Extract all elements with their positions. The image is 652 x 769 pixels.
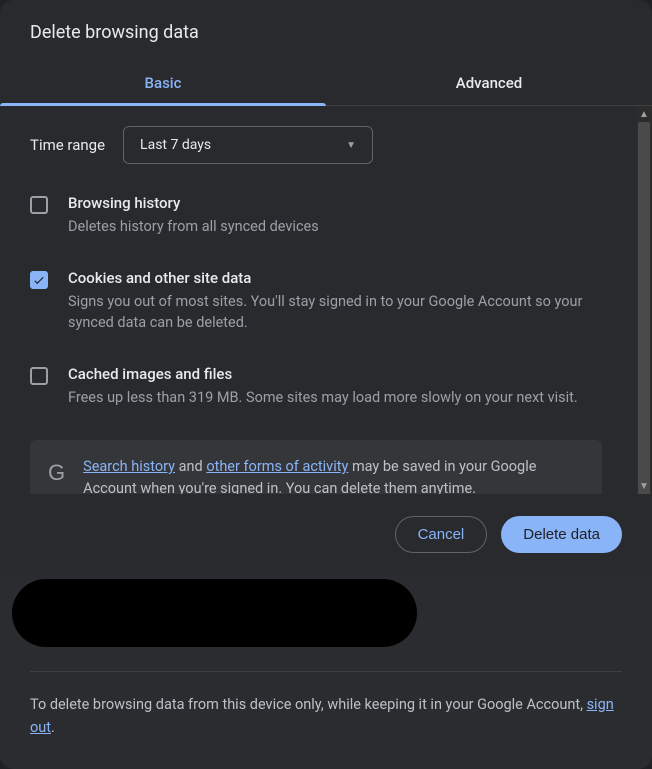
time-range-row: Time range Last 7 days ▼ [30, 126, 622, 164]
scrollbar[interactable]: ▲ ▼ [636, 106, 652, 494]
divider [30, 671, 622, 672]
google-icon: G [48, 460, 65, 486]
dialog-header: Delete browsing data Basic Advanced [0, 0, 652, 106]
time-range-value: Last 7 days [140, 137, 211, 153]
google-info-card: G Search history and other forms of acti… [30, 440, 602, 494]
redacted-block [12, 579, 417, 647]
tabs: Basic Advanced [0, 62, 652, 106]
option-desc: Frees up less than 319 MB. Some sites ma… [68, 387, 602, 408]
option-cookies: Cookies and other site data Signs you ou… [30, 269, 622, 333]
option-text: Cached images and files Frees up less th… [68, 365, 602, 408]
delete-browsing-data-dialog: Delete browsing data Basic Advanced Time… [0, 0, 652, 769]
scroll-up-icon[interactable]: ▲ [636, 106, 652, 122]
lower-panel: To delete browsing data from this device… [0, 575, 652, 769]
time-range-label: Time range [30, 136, 105, 154]
option-desc: Signs you out of most sites. You'll stay… [68, 291, 602, 333]
tab-advanced[interactable]: Advanced [326, 62, 652, 105]
option-browsing-history: Browsing history Deletes history from al… [30, 194, 622, 237]
option-cache: Cached images and files Frees up less th… [30, 365, 622, 408]
tab-basic[interactable]: Basic [0, 62, 326, 105]
checkbox-cookies[interactable] [30, 271, 48, 289]
other-activity-link[interactable]: other forms of activity [206, 458, 348, 475]
option-title: Cached images and files [68, 365, 602, 383]
scroll-down-icon[interactable]: ▼ [636, 478, 652, 494]
delete-data-button[interactable]: Delete data [501, 516, 622, 553]
dialog-footer: Cancel Delete data [0, 494, 652, 575]
option-desc: Deletes history from all synced devices [68, 216, 602, 237]
option-title: Cookies and other site data [68, 269, 602, 287]
option-text: Cookies and other site data Signs you ou… [68, 269, 602, 333]
info-text: Search history and other forms of activi… [83, 456, 584, 494]
option-text: Browsing history Deletes history from al… [68, 194, 602, 237]
time-range-select[interactable]: Last 7 days ▼ [123, 126, 373, 164]
checkbox-cache[interactable] [30, 367, 48, 385]
option-title: Browsing history [68, 194, 602, 212]
checkbox-browsing-history[interactable] [30, 196, 48, 214]
dialog-title: Delete browsing data [30, 22, 622, 43]
search-history-link[interactable]: Search history [83, 458, 175, 475]
scrollbar-thumb[interactable] [638, 122, 650, 494]
chevron-down-icon: ▼ [346, 140, 356, 151]
cancel-button[interactable]: Cancel [395, 516, 488, 553]
sign-out-hint: To delete browsing data from this device… [30, 694, 622, 739]
dialog-body: Time range Last 7 days ▼ Browsing histor… [0, 106, 652, 494]
